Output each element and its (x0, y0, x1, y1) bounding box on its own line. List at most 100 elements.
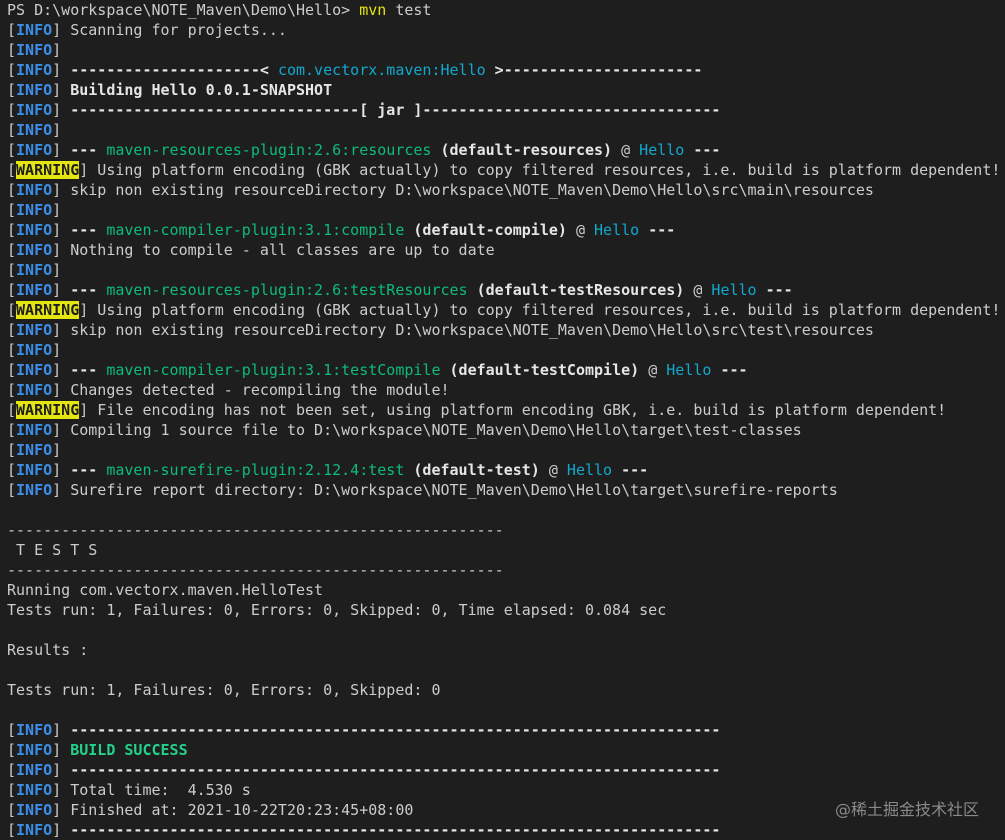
terminal-line: [INFO] skip non existing resourceDirecto… (7, 180, 1005, 200)
terminal-line: [INFO] (7, 340, 1005, 360)
line-text: [ (7, 321, 17, 339)
line-text: ] (52, 61, 71, 79)
line-text: [ (7, 441, 17, 459)
line-text: ] Surefire report directory: D:\workspac… (52, 481, 838, 499)
line-text: [ (7, 121, 17, 139)
line-text: [ (7, 381, 17, 399)
line-text: [ (7, 161, 17, 179)
info-tag: INFO (16, 361, 53, 379)
plugin-goal: maven-compiler-plugin:3.1:testCompile (106, 361, 441, 379)
terminal-line: [INFO] ---------------------------------… (7, 720, 1005, 740)
line-text: @ (612, 141, 640, 159)
plugin-goal: maven-resources-plugin:2.6:testResources (106, 281, 468, 299)
line-text: [ (7, 361, 17, 379)
info-tag: INFO (16, 441, 53, 459)
line-text: Tests run: 1, Failures: 0, Errors: 0, Sk… (7, 681, 441, 699)
info-tag: INFO (16, 121, 53, 139)
info-tag: INFO (16, 481, 53, 499)
line-text: [ (7, 241, 17, 259)
line-text: T E S T S (7, 541, 98, 559)
terminal-line: [INFO] (7, 40, 1005, 60)
info-tag: INFO (16, 261, 53, 279)
plugin-goal: maven-surefire-plugin:2.12.4:test (106, 461, 405, 479)
info-tag: INFO (16, 101, 53, 119)
info-tag: INFO (16, 341, 53, 359)
line-text: ] Using platform encoding (GBK actually)… (79, 161, 1001, 179)
line-text: Results : (7, 641, 89, 659)
warning-tag: WARNING (16, 161, 80, 179)
line-text: [ (7, 421, 17, 439)
terminal-line: PS D:\workspace\NOTE_Maven\Demo\Hello> m… (7, 0, 1005, 20)
line-text: (default-compile) (404, 221, 567, 239)
terminal-line: [INFO] BUILD SUCCESS (7, 740, 1005, 760)
terminal-line: Results : (7, 640, 1005, 660)
terminal-line: [INFO] Scanning for projects... (7, 20, 1005, 40)
line-text: --------------------------------[ jar ]-… (70, 101, 721, 119)
line-text: [ (7, 261, 17, 279)
plugin-goal: maven-compiler-plugin:3.1:compile (106, 221, 405, 239)
line-text: ] (52, 121, 62, 139)
terminal-output: PS D:\workspace\NOTE_Maven\Demo\Hello> m… (7, 0, 1005, 840)
terminal-line: [INFO] skip non existing resourceDirecto… (7, 320, 1005, 340)
info-tag: INFO (16, 41, 53, 59)
line-text: [ (7, 81, 17, 99)
line-text: ] (52, 141, 71, 159)
line-text: ----------------------------------------… (70, 761, 721, 779)
terminal-line: [WARNING] File encoding has not been set… (7, 400, 1005, 420)
terminal-line: [INFO] ---------------------------------… (7, 760, 1005, 780)
info-tag: INFO (16, 21, 53, 39)
info-tag: INFO (16, 321, 53, 339)
terminal-line: [INFO] --- maven-compiler-plugin:3.1:tes… (7, 360, 1005, 380)
line-text: --- (711, 361, 748, 379)
line-text: ] skip non existing resourceDirectory D:… (52, 321, 874, 339)
line-text: ----------------------------------------… (70, 821, 721, 839)
line-text: ] (52, 201, 62, 219)
info-tag: INFO (16, 81, 53, 99)
line-text: ] (52, 441, 62, 459)
line-text: [ (7, 461, 17, 479)
line-text: --- (70, 361, 107, 379)
line-text: ] (52, 281, 71, 299)
line-text: ----------------------------------------… (70, 721, 721, 739)
line-text: (default-resources) (431, 141, 613, 159)
line-text: [ (7, 401, 17, 419)
line-text: --- (756, 281, 793, 299)
line-text: ] File encoding has not been set, using … (79, 401, 947, 419)
terminal-line: T E S T S (7, 540, 1005, 560)
terminal-line: [INFO] Changes detected - recompiling th… (7, 380, 1005, 400)
info-tag: INFO (16, 781, 53, 799)
line-text: ] (52, 81, 71, 99)
terminal-line: [INFO] (7, 440, 1005, 460)
line-text: @ (684, 281, 712, 299)
info-tag: INFO (16, 201, 53, 219)
line-text: ----------------------------------------… (7, 561, 504, 579)
line-text: PS D:\workspace\NOTE_Maven\Demo\Hello> (7, 1, 360, 19)
terminal-line: [INFO] Surefire report directory: D:\wor… (7, 480, 1005, 500)
info-tag: INFO (16, 461, 53, 479)
info-tag: INFO (16, 281, 53, 299)
line-text: Tests run: 1, Failures: 0, Errors: 0, Sk… (7, 601, 667, 619)
build-status: BUILD SUCCESS (70, 741, 188, 759)
line-text: [ (7, 21, 17, 39)
info-tag: INFO (16, 801, 53, 819)
terminal-line: [WARNING] Using platform encoding (GBK a… (7, 160, 1005, 180)
line-text: [ (7, 821, 17, 839)
line-text: [ (7, 801, 17, 819)
terminal-window[interactable]: PS D:\workspace\NOTE_Maven\Demo\Hello> m… (0, 0, 1005, 840)
line-text: ] Using platform encoding (GBK actually)… (79, 301, 1001, 319)
info-tag: INFO (16, 181, 53, 199)
warning-tag: WARNING (16, 401, 80, 419)
line-text: ] Nothing to compile - all classes are u… (52, 241, 495, 259)
line-text: ] (52, 261, 62, 279)
terminal-line: [INFO] --- maven-surefire-plugin:2.12.4:… (7, 460, 1005, 480)
line-text: [ (7, 141, 17, 159)
line-text: Running com.vectorx.maven.HelloTest (7, 581, 324, 599)
line-text: --- (639, 221, 676, 239)
line-text: ] Compiling 1 source file to D:\workspac… (52, 421, 802, 439)
info-tag: INFO (16, 381, 53, 399)
line-text: --- (70, 281, 107, 299)
terminal-line: [INFO] --- maven-resources-plugin:2.6:re… (7, 140, 1005, 160)
